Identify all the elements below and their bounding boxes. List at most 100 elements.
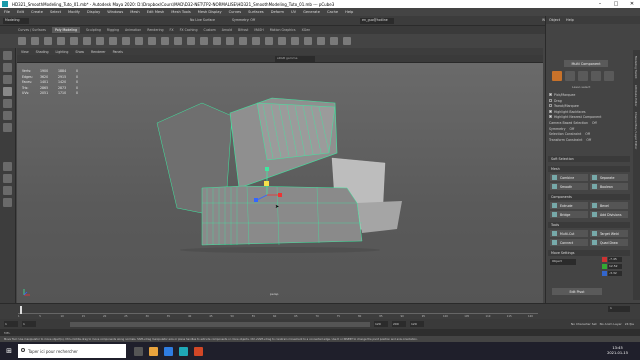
menu-item-cache[interactable]: Cache <box>327 10 338 14</box>
menu-item-file[interactable]: File <box>4 10 10 14</box>
uv-mode-icon[interactable] <box>604 71 614 81</box>
section-move-settings[interactable]: Move Settings <box>548 250 630 256</box>
browser-icon[interactable] <box>164 346 173 356</box>
minimize-button[interactable]: – <box>592 0 608 8</box>
command-line[interactable]: MEL <box>0 329 640 336</box>
text-icon[interactable] <box>135 37 143 45</box>
separate-button[interactable]: Separate <box>590 174 628 181</box>
signin-field[interactable]: en_guo@hotline <box>360 18 394 24</box>
shelf-tab-fx-caching[interactable]: FX Caching <box>180 28 198 32</box>
viewport-menu-shading[interactable]: Shading <box>36 50 49 54</box>
edge-mode-icon[interactable] <box>578 71 588 81</box>
menu-item-edit[interactable]: Edit <box>17 10 24 14</box>
menu-item-generate[interactable]: Generate <box>303 10 320 14</box>
section-components[interactable]: Components <box>548 194 630 200</box>
checkbox-icon[interactable] <box>549 104 552 108</box>
viewport-persp[interactable]: Verts: 1900 1884 0 Edges: 3620 2915 0 Faces: 1401… <box>17 63 543 303</box>
fill-hole-icon[interactable] <box>226 37 234 45</box>
taskbar-search[interactable]: Taper ici pour rechercher <box>18 344 126 358</box>
checkbox-icon[interactable] <box>549 109 552 113</box>
layout-four-icon[interactable] <box>3 174 12 183</box>
bevel-icon[interactable] <box>200 37 208 45</box>
layout-two-icon[interactable] <box>3 186 12 195</box>
shelf-tab-custom[interactable]: Custom <box>203 28 215 32</box>
shelf-tab-arnold[interactable]: Arnold <box>222 28 232 32</box>
menu-item-deform[interactable]: Deform <box>271 10 284 14</box>
cylindrical-map-icon[interactable] <box>330 37 338 45</box>
maximize-button[interactable]: □ <box>608 0 624 8</box>
current-frame-field[interactable]: 1 <box>608 306 630 312</box>
section-soft-selection[interactable]: Soft Selection <box>548 156 630 162</box>
option-value-dropdown[interactable]: Off <box>570 127 575 131</box>
shelf-tab-animation[interactable]: Animation <box>125 28 141 32</box>
viewport-menu-renderer[interactable]: Renderer <box>91 50 106 54</box>
menuset-dropdown[interactable]: Modeling <box>3 18 29 24</box>
object-mode-icon[interactable] <box>552 71 562 81</box>
selection-option[interactable]: Transform Constraint Off <box>549 138 601 144</box>
mirror-icon[interactable] <box>252 37 260 45</box>
viewport-menu-show[interactable]: Show <box>75 50 84 54</box>
face-mode-icon[interactable] <box>591 71 601 81</box>
multicut-icon[interactable] <box>265 37 273 45</box>
symmetry-dropdown[interactable]: Symmetry: Off <box>232 18 255 22</box>
menu-item-mesh-tools[interactable]: Mesh Tools <box>171 10 190 14</box>
menu-item-select[interactable]: Select <box>50 10 61 14</box>
color-space-field[interactable]: sRGB gamma <box>275 56 315 62</box>
boolean-button[interactable]: Boolean <box>590 183 628 190</box>
uv-editor-icon[interactable] <box>304 37 312 45</box>
vertex-mode-icon[interactable] <box>565 71 575 81</box>
connect-button[interactable]: Connect <box>550 239 588 246</box>
quad-draw-icon[interactable] <box>291 37 299 45</box>
shelf-tab-xgen[interactable]: XGen <box>302 28 311 32</box>
shelf-tab-poly-modeling[interactable]: Poly Modeling <box>51 27 81 33</box>
extrude-icon[interactable] <box>174 37 182 45</box>
tab-help[interactable]: Help <box>566 18 574 22</box>
shelf-tab-rendering[interactable]: Rendering <box>147 28 163 32</box>
shelf-tab-sculpting[interactable]: Sculpting <box>86 28 101 32</box>
anim-layer-dropdown[interactable]: No Anim Layer <box>600 322 622 326</box>
range-end-field[interactable]: 200 <box>392 321 406 327</box>
menu-item-create[interactable]: Create <box>31 10 43 14</box>
shelf-tab-mash[interactable]: MASH <box>254 28 263 32</box>
range-end2-field[interactable]: 120 <box>410 321 424 327</box>
add-divisions-button[interactable]: Add Divisions <box>590 211 628 218</box>
move-z-field[interactable]: -3.32 <box>608 271 622 276</box>
superellipse-icon[interactable] <box>122 37 130 45</box>
rotate-tool-icon[interactable] <box>3 99 12 108</box>
tab-object[interactable]: Object <box>549 18 560 22</box>
move-y-field[interactable]: 12.52 <box>608 264 622 269</box>
shelf-tab-rigging[interactable]: Rigging <box>107 28 119 32</box>
cube-icon[interactable] <box>31 37 39 45</box>
range-start-field[interactable]: 1 <box>4 321 18 327</box>
extrude-button[interactable]: Extrude <box>550 202 588 209</box>
time-slider[interactable]: 1 5 10 15 20 25 30 35 40 45 50 55 60 65 70 75 80 85 90 95 10… <box>0 303 640 319</box>
menu-item-modify[interactable]: Modify <box>68 10 80 14</box>
scale-tool-icon[interactable] <box>3 111 12 120</box>
file-explorer-icon[interactable] <box>149 346 158 356</box>
current-frame-marker[interactable] <box>20 306 22 314</box>
platonic-icon[interactable] <box>109 37 117 45</box>
range-inner-end-field[interactable]: 120 <box>374 321 388 327</box>
outliner-icon[interactable] <box>3 198 12 207</box>
tab-modeling-toolkit[interactable]: Modeling Toolkit <box>634 56 638 79</box>
shelf-tab-fx[interactable]: FX <box>170 28 174 32</box>
menu-item-mesh[interactable]: Mesh <box>130 10 139 14</box>
menu-item-uv[interactable]: UV <box>291 10 296 14</box>
section-tools[interactable]: Tools <box>548 222 630 228</box>
planar-map-icon[interactable] <box>317 37 325 45</box>
menu-item-surfaces[interactable]: Surfaces <box>248 10 264 14</box>
target-weld-icon[interactable] <box>278 37 286 45</box>
separate-icon[interactable] <box>161 37 169 45</box>
system-clock[interactable]: 13:45 2021-01-15 <box>607 346 628 356</box>
plane-icon[interactable] <box>83 37 91 45</box>
maya-taskbar-icon[interactable] <box>179 346 188 356</box>
sphere-icon[interactable] <box>18 37 26 45</box>
bridge-button[interactable]: Bridge <box>550 211 588 218</box>
multi-component-button[interactable]: Multi Component <box>564 60 608 67</box>
menu-item-edit-mesh[interactable]: Edit Mesh <box>147 10 165 14</box>
move-tool-icon[interactable] <box>3 87 12 96</box>
task-view-icon[interactable] <box>134 346 143 356</box>
option-value-dropdown[interactable]: Off <box>586 138 591 142</box>
windows-start-icon[interactable]: ⊞ <box>0 342 18 360</box>
scene-geometry[interactable]: ➤ <box>17 63 543 303</box>
